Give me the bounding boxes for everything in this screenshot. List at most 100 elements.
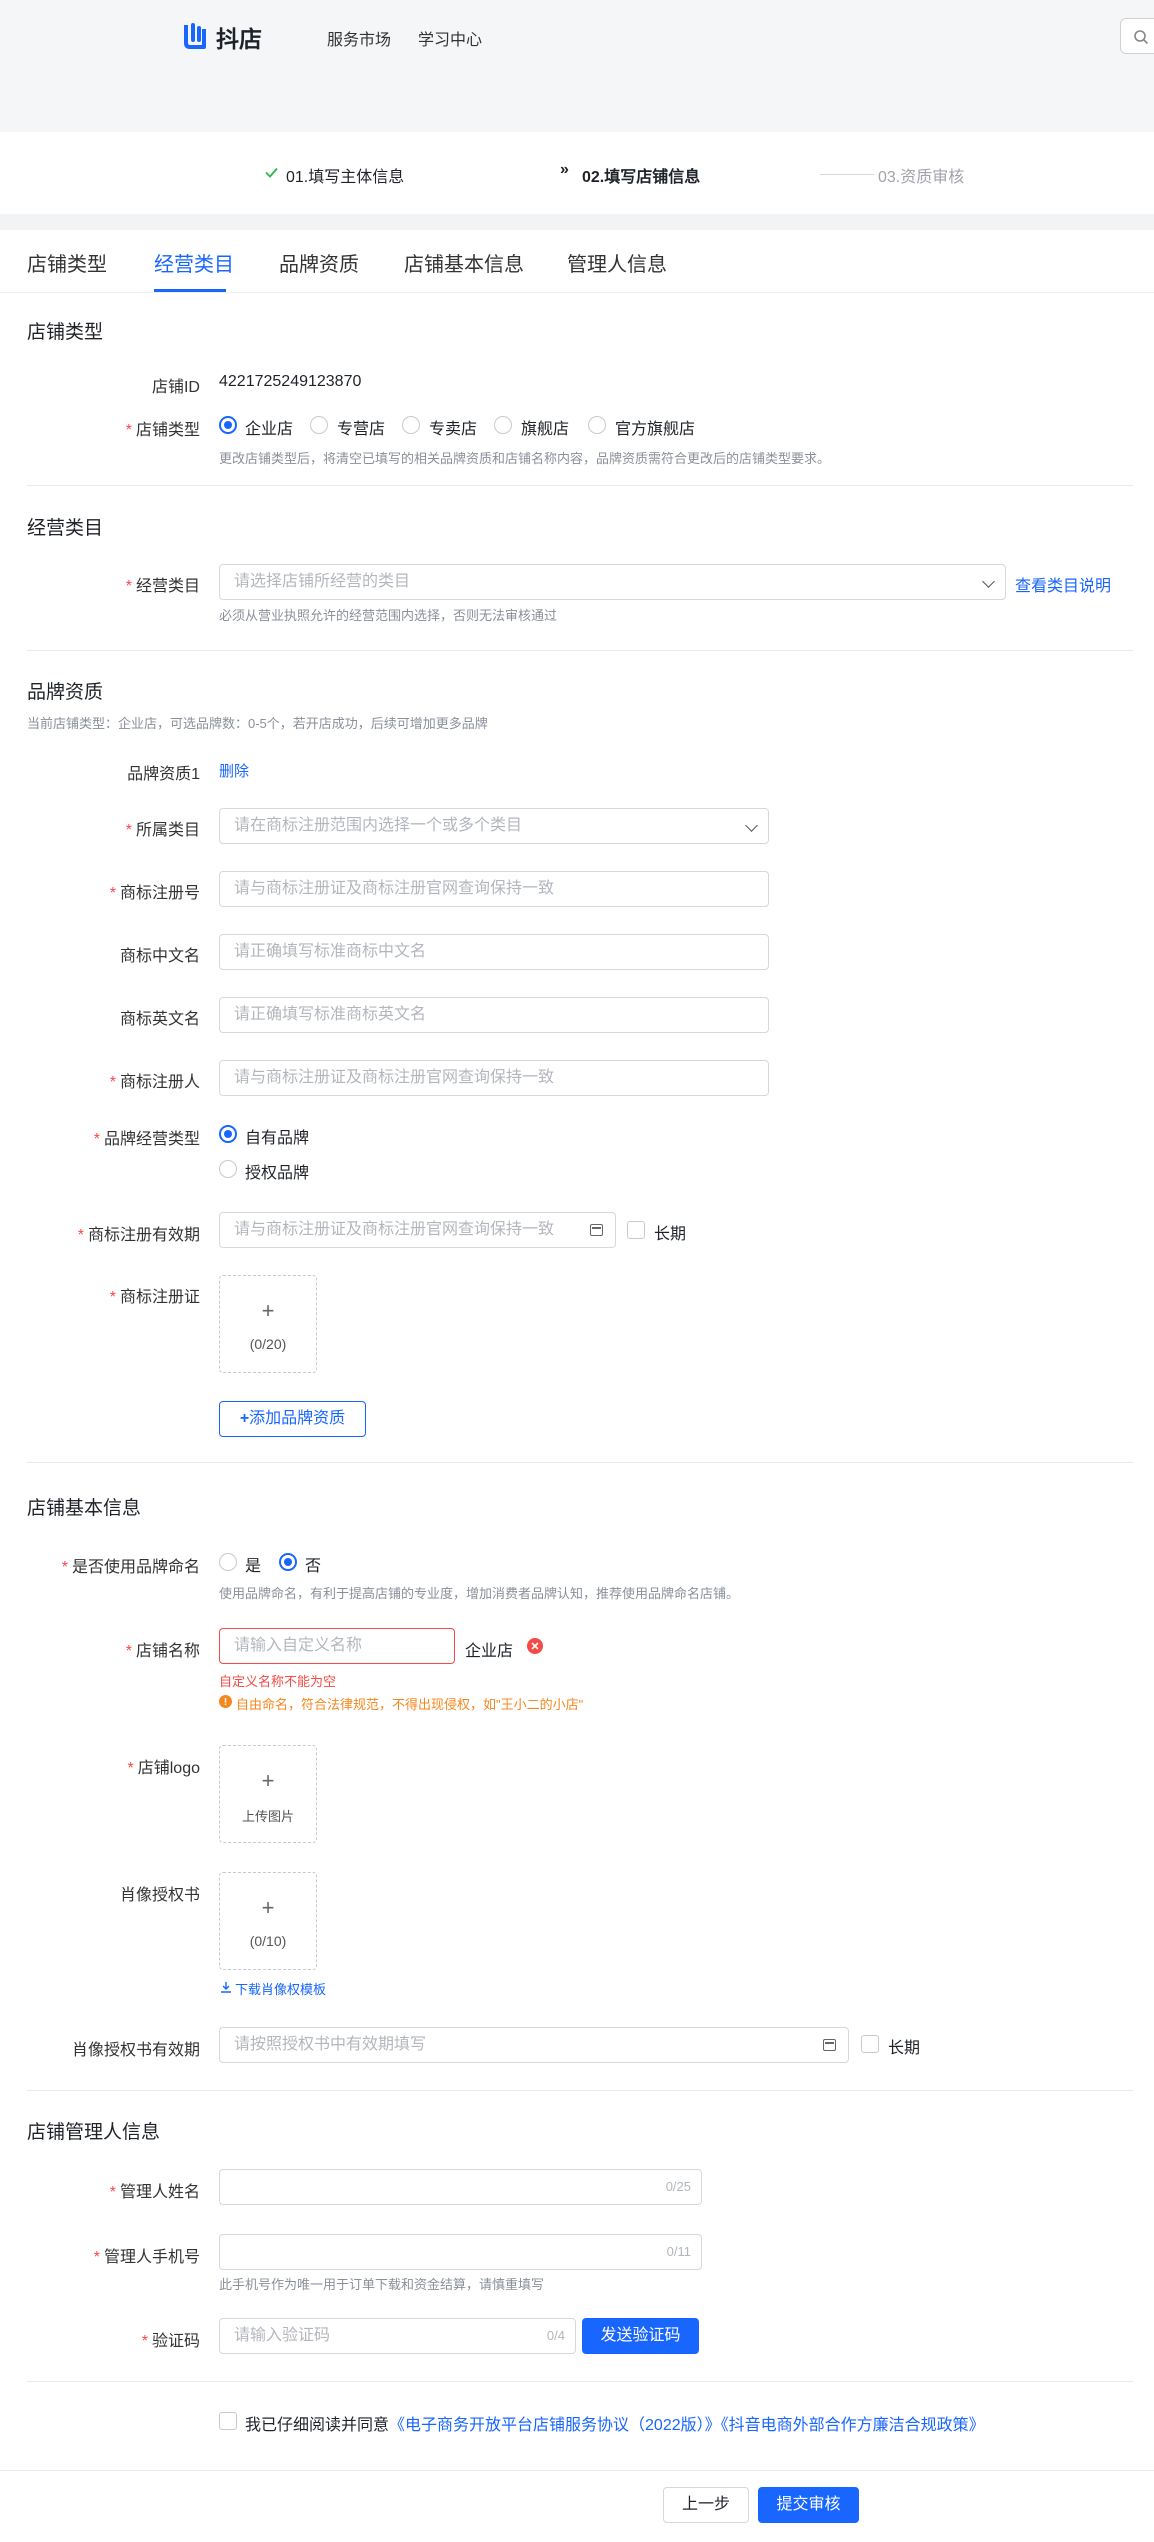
submit-review-button[interactable]: 提交审核 xyxy=(758,2487,859,2523)
radio-label-enterprise: 企业店 xyxy=(245,421,294,438)
use-brand-label: * 是否使用品牌命名 xyxy=(61,1559,200,1576)
search-input[interactable] xyxy=(1120,18,1154,54)
manager-phone-input[interactable]: 0/11 xyxy=(219,2234,702,2270)
upload-image-text: 上传图片 xyxy=(241,1809,294,1824)
tab-divider xyxy=(0,292,1154,293)
nav-learning-center[interactable]: 学习中心 xyxy=(418,26,482,50)
radio-label-specialty: 专营店 xyxy=(337,421,386,438)
category-hint: 必须从营业执照允许的经营范围内选择，否则无法审核通过 xyxy=(219,608,558,623)
manager-name-counter: 0/25 xyxy=(665,2179,691,2194)
radio-use-brand-no[interactable] xyxy=(279,1553,297,1571)
agreement-text: 我已仔细阅读并同意《电子商务开放平台店铺服务协议（2022版）》《抖音电商外部合… xyxy=(245,2417,985,2434)
use-brand-hint: 使用品牌命名，有利于提高店铺的专业度，增加消费者品牌认知，推荐使用品牌命名店铺。 xyxy=(219,1586,740,1601)
shop-id-value: 4221725249123870 xyxy=(219,373,362,390)
owner-label: * 商标注册人 xyxy=(109,1074,200,1091)
prev-step-button[interactable]: 上一步 xyxy=(663,2487,749,2523)
top-bar: 抖店 服务市场 学习中心 xyxy=(0,0,1154,132)
chevron-down-icon xyxy=(745,819,758,832)
download-portrait-template-link[interactable]: 下载肖像权模板 xyxy=(235,1979,326,1998)
portrait-long-term-checkbox[interactable] xyxy=(861,2035,879,2053)
brand-category-label: * 所属类目 xyxy=(125,822,200,839)
verify-code-label: * 验证码 xyxy=(141,2333,200,2350)
radio-label-flagship: 旗舰店 xyxy=(521,421,570,438)
radio-label-authorized-brand: 授权品牌 xyxy=(245,1165,310,1182)
logo-text: 抖店 xyxy=(216,26,262,52)
compliance-policy-link[interactable]: 《抖音电商外部合作方廉洁合规政策》 xyxy=(721,2417,985,2434)
radio-authorized-brand[interactable] xyxy=(219,1160,237,1178)
cert-upload[interactable]: + (0/20) xyxy=(219,1275,317,1373)
douyin-shop-logo-icon xyxy=(184,23,206,49)
step-2: 02.填写店铺信息 xyxy=(582,169,701,186)
logo-upload[interactable]: + 上传图片 xyxy=(219,1745,317,1843)
progress-steps: 01.填写主体信息 » 02.填写店铺信息 03.资质审核 xyxy=(0,132,1154,214)
portrait-validity-input[interactable]: 请按照授权书中有效期填写 xyxy=(219,2027,849,2063)
tab-manager-info[interactable]: 管理人信息 xyxy=(567,248,667,277)
owner-input[interactable]: 请与商标注册证及商标注册官网查询保持一致 xyxy=(219,1060,769,1096)
brand-item-label: 品牌资质1 xyxy=(127,766,200,783)
tab-shop-basic-info[interactable]: 店铺基本信息 xyxy=(404,248,524,277)
section-title-shop-info: 店铺基本信息 xyxy=(27,1498,142,1519)
reg-no-input[interactable]: 请与商标注册证及商标注册官网查询保持一致 xyxy=(219,871,769,907)
portrait-label: 肖像授权书 xyxy=(119,1887,200,1904)
cert-label: * 商标注册证 xyxy=(109,1289,200,1306)
tab-brand-qualification[interactable]: 品牌资质 xyxy=(279,248,359,277)
section-title-manager: 店铺管理人信息 xyxy=(27,2122,161,2143)
check-icon xyxy=(265,167,278,178)
validity-date-input[interactable]: 请与商标注册证及商标注册官网查询保持一致 xyxy=(219,1212,616,1248)
step-1: 01.填写主体信息 xyxy=(286,169,405,186)
search-icon xyxy=(1134,30,1149,45)
verify-code-counter: 0/4 xyxy=(546,2328,565,2343)
plus-icon: + xyxy=(261,1768,275,1793)
double-chevron-icon: » xyxy=(560,161,569,178)
en-name-input[interactable]: 请正确填写标准商标英文名 xyxy=(219,997,769,1033)
agreement-checkbox[interactable] xyxy=(219,2412,237,2430)
radio-enterprise[interactable] xyxy=(219,416,237,434)
radio-label-exclusive: 专卖店 xyxy=(429,421,478,438)
shop-name-error: 自定义名称不能为空 xyxy=(219,1674,337,1689)
radio-flagship[interactable] xyxy=(494,416,512,434)
footer-bar: 上一步 提交审核 xyxy=(0,2470,1154,2542)
section-divider xyxy=(27,2381,1133,2382)
clear-error-icon[interactable] xyxy=(527,1638,543,1654)
radio-specialty[interactable] xyxy=(310,416,328,434)
send-code-button[interactable]: 发送验证码 xyxy=(582,2318,699,2354)
view-category-description-link[interactable]: 查看类目说明 xyxy=(1015,572,1111,596)
shop-id-label: 店铺ID xyxy=(151,379,200,396)
shop-name-warning: 自由命名，符合法律规范，不得出现侵权，如"王小二的小店" xyxy=(236,1697,584,1712)
brand-subtitle: 当前店铺类型：企业店，可选品牌数：0-5个，若开店成功，后续可增加更多品牌 xyxy=(27,716,488,731)
radio-own-brand[interactable] xyxy=(219,1125,237,1143)
service-agreement-link[interactable]: 《电子商务开放平台店铺服务协议（2022版）》 xyxy=(389,2417,721,2434)
portrait-upload[interactable]: + (0/10) xyxy=(219,1872,317,1970)
radio-exclusive[interactable] xyxy=(402,416,420,434)
shop-name-suffix: 企业店 xyxy=(465,1643,514,1660)
section-title-brand: 品牌资质 xyxy=(27,682,104,703)
plus-icon: + xyxy=(261,1298,275,1323)
plus-icon: + xyxy=(239,1410,250,1427)
portrait-count: (0/10) xyxy=(249,1933,287,1949)
radio-use-brand-yes[interactable] xyxy=(219,1553,237,1571)
radio-official-flagship[interactable] xyxy=(588,416,606,434)
warning-icon xyxy=(219,1695,232,1708)
brand-category-select[interactable]: 请在商标注册范围内选择一个或多个类目 xyxy=(219,808,769,844)
cert-count: (0/20) xyxy=(249,1336,287,1352)
portrait-long-term-label: 长期 xyxy=(888,2040,921,2057)
section-divider xyxy=(27,2090,1133,2091)
verify-code-input[interactable]: 请输入验证码 0/4 xyxy=(219,2318,576,2354)
delete-brand-link[interactable]: 删除 xyxy=(219,760,249,781)
radio-label-no: 否 xyxy=(305,1558,322,1575)
download-icon xyxy=(221,1982,231,1993)
cn-name-input[interactable]: 请正确填写标准商标中文名 xyxy=(219,934,769,970)
section-divider xyxy=(27,650,1133,651)
radio-label-yes: 是 xyxy=(245,1558,262,1575)
tab-business-category[interactable]: 经营类目 xyxy=(154,248,234,277)
shop-name-input[interactable]: 请输入自定义名称 xyxy=(219,1628,455,1664)
long-term-checkbox[interactable] xyxy=(627,1221,645,1239)
category-label: * 经营类目 xyxy=(125,578,200,595)
tab-shop-type[interactable]: 店铺类型 xyxy=(27,248,107,277)
manager-name-input[interactable]: 0/25 xyxy=(219,2169,702,2205)
category-select[interactable]: 请选择店铺所经营的类目 xyxy=(219,564,1006,600)
calendar-icon xyxy=(823,2039,836,2051)
plus-icon: + xyxy=(261,1895,275,1920)
nav-service-market[interactable]: 服务市场 xyxy=(327,26,391,50)
add-brand-button[interactable]: +添加品牌资质 xyxy=(219,1401,366,1437)
